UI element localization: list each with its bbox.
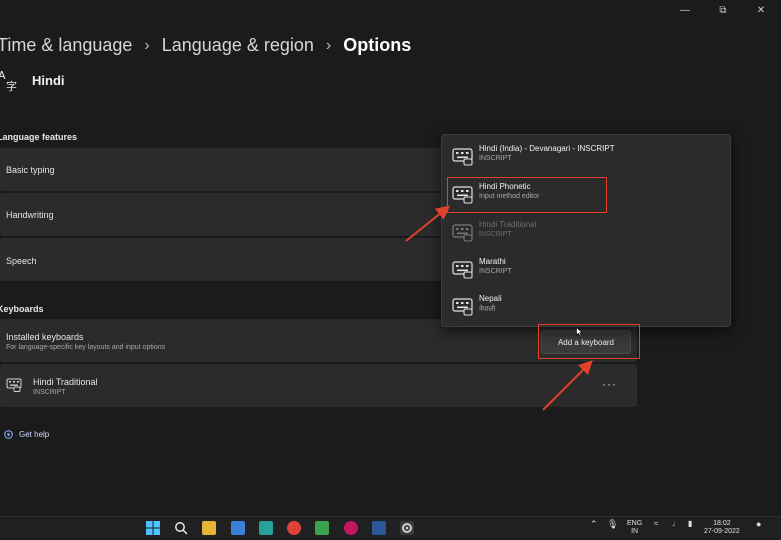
more-options-button[interactable]: ···	[602, 377, 617, 391]
option-desc: INSCRIPT	[479, 155, 512, 162]
keyboard-option[interactable]: Hindi (India) - Devanagari - INSCRIPT IN…	[450, 140, 720, 174]
keyboard-icon	[452, 298, 473, 316]
keyboard-layout: INSCRIPT	[33, 389, 66, 396]
language-icon: A 字	[0, 69, 17, 92]
installed-keyboard-row: Hindi Traditional INSCRIPT ···	[0, 364, 637, 407]
chrome-icon[interactable]	[287, 521, 301, 535]
cursor-icon	[576, 327, 583, 337]
lang-bottom: IN	[631, 528, 639, 535]
clock-time: 18:02	[713, 520, 731, 527]
section-language-features: Language features	[0, 132, 78, 142]
highlight-hindi-phonetic	[447, 177, 607, 213]
file-explorer-icon[interactable]	[202, 521, 216, 535]
help-icon	[4, 430, 13, 439]
chevron-right-icon: ›	[325, 36, 332, 54]
search-icon[interactable]	[174, 521, 188, 535]
clock[interactable]: 18:02 27-09-2022	[704, 520, 740, 536]
settings-icon[interactable]	[400, 521, 414, 535]
close-icon[interactable]: ✕	[755, 4, 767, 16]
installed-keyboards-subtitle: For language-specific key layouts and in…	[6, 344, 166, 351]
breadcrumb-language-region[interactable]: Language & region	[162, 35, 314, 56]
option-desc: INSCRIPT	[479, 231, 512, 238]
microphone-icon[interactable]: 🎙	[607, 520, 618, 529]
keyboard-options-popup: Hindi (India) - Devanagari - INSCRIPT IN…	[441, 134, 731, 327]
language-indicator[interactable]: ENG IN	[627, 520, 642, 536]
keyboard-icon	[6, 378, 22, 392]
breadcrumb-time-language[interactable]: Time & language	[0, 35, 132, 56]
feature-label: Basic typing	[6, 165, 55, 175]
highlight-add-keyboard	[538, 324, 640, 359]
minimize-icon[interactable]: —	[679, 4, 691, 16]
option-name: Hindi (India) - Devanagari - INSCRIPT	[479, 144, 615, 153]
keyboard-icon	[452, 224, 473, 242]
clock-date: 27-09-2022	[704, 528, 740, 535]
keyboard-name: Hindi Traditional	[33, 377, 98, 387]
start-icon[interactable]	[146, 521, 160, 535]
keyboard-option[interactable]: Marathi INSCRIPT	[450, 253, 720, 287]
installed-keyboards-title: Installed keyboards	[6, 332, 84, 342]
section-keyboards: Keyboards	[0, 304, 44, 314]
notepad-icon[interactable]	[259, 521, 273, 535]
restore-icon[interactable]: ⧉	[717, 4, 729, 16]
keyboard-icon	[452, 148, 473, 166]
feature-label: Handwriting	[6, 210, 54, 220]
svg-text:字: 字	[6, 79, 17, 92]
chevron-up-icon[interactable]: ⌃	[590, 520, 598, 529]
feature-label: Speech	[6, 256, 37, 266]
get-help-label: Get help	[19, 430, 50, 439]
taskbar: ⌃ 🎙 ENG IN ≈ ♩ ▮ 18:02 27-09-2022 ●	[0, 516, 781, 538]
option-desc: INSCRIPT	[479, 268, 512, 275]
app-green-icon[interactable]	[315, 521, 329, 535]
option-name: Hindi Traditional	[479, 220, 537, 229]
option-desc: नेपाली	[479, 306, 496, 313]
keyboard-option[interactable]: Nepali नेपाली	[450, 290, 720, 324]
keyboard-option: Hindi Traditional INSCRIPT	[450, 216, 720, 250]
word-icon[interactable]	[372, 521, 386, 535]
window-controls: — ⧉ ✕	[679, 0, 767, 20]
notification-icon[interactable]: ●	[756, 520, 761, 529]
option-name: Marathi	[479, 257, 506, 266]
get-help-link[interactable]: Get help	[4, 430, 49, 439]
option-name: Nepali	[479, 294, 502, 303]
volume-icon[interactable]: ♩	[672, 520, 680, 528]
chevron-right-icon: ›	[144, 36, 150, 54]
store-icon[interactable]	[231, 521, 245, 535]
language-title: Hindi	[32, 72, 65, 88]
app-red-icon[interactable]	[344, 521, 358, 535]
lang-top: ENG	[627, 520, 643, 527]
language-header: A 字 Hindi	[0, 68, 65, 92]
page-title: Options	[343, 35, 412, 55]
keyboard-icon	[452, 261, 473, 279]
breadcrumb: Time & language › Language & region › Op…	[0, 35, 411, 56]
wifi-icon[interactable]: ≈	[654, 520, 658, 528]
battery-icon[interactable]: ▮	[688, 520, 692, 528]
